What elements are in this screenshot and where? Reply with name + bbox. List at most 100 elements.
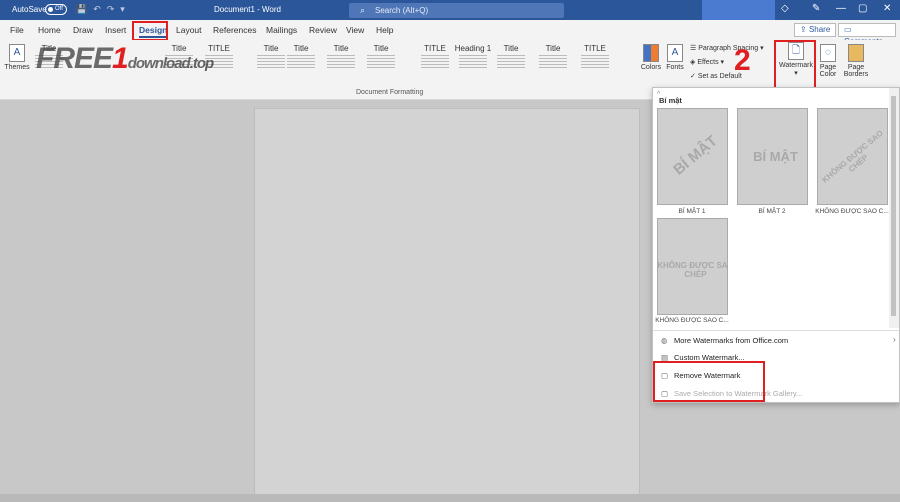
themes-icon: A <box>9 44 25 62</box>
comments-button[interactable]: ▭ Comments <box>838 23 896 46</box>
style-set[interactable]: Title <box>492 44 530 82</box>
style-set[interactable]: Heading 1 <box>454 44 492 82</box>
themes-label: Themes <box>4 64 30 71</box>
quick-access-toolbar[interactable]: 💾↶↷▾ <box>76 4 131 15</box>
fonts-button[interactable]: A Fonts <box>664 44 686 71</box>
logo-text-one: 1 <box>112 42 129 75</box>
ribbon-tabs: File Home Draw Insert Design Layout Refe… <box>0 20 900 46</box>
account-area[interactable] <box>702 0 775 20</box>
style-preview <box>327 55 355 69</box>
search-placeholder: Search (Alt+Q) <box>375 6 429 15</box>
highlight-watermark-button <box>774 40 816 89</box>
group-label-document-formatting: Document Formatting <box>356 89 424 96</box>
search-icon: ⌕ <box>360 5 366 15</box>
style-preview <box>539 55 567 69</box>
title-bar: AutoSave Off 💾↶↷▾ Document1 - Word ⌕ Sea… <box>0 0 900 20</box>
set-default-button[interactable]: ✓ Set as Default <box>690 72 770 80</box>
autosave-toggle[interactable]: Off <box>45 4 67 15</box>
minimize-icon[interactable]: — <box>836 3 846 14</box>
style-set[interactable]: Title <box>534 44 572 82</box>
style-title: Title <box>545 44 561 53</box>
page-borders-icon <box>848 44 864 62</box>
style-title: TITLE <box>584 44 606 53</box>
themes-button[interactable]: A Themes <box>4 44 30 71</box>
watermark-label-3: KHÔNG ĐƯỢC SAO C... <box>815 208 889 215</box>
colors-button[interactable]: Colors <box>640 44 662 71</box>
style-set[interactable]: TITLE <box>576 44 614 82</box>
style-preview <box>497 55 525 69</box>
style-set[interactable]: Title <box>362 44 400 82</box>
document-title: Document1 - Word <box>214 5 281 14</box>
tab-view[interactable]: View <box>346 25 364 35</box>
page-color-icon: ◌ <box>820 44 836 62</box>
fonts-icon: A <box>667 44 683 62</box>
style-preview <box>367 55 395 69</box>
tab-insert[interactable]: Insert <box>105 25 126 35</box>
logo-text-free: FREE <box>36 42 113 75</box>
watermark-preview-text: KHÔNG ĐƯỢC SAO CHÉP <box>657 261 728 279</box>
scrollbar-thumb[interactable] <box>891 96 896 316</box>
more-watermarks-label: More Watermarks from Office.com <box>674 336 789 345</box>
page-color-button[interactable]: ◌ Page Color <box>817 44 839 78</box>
page-borders-label: Page Borders <box>843 64 869 78</box>
style-title: Heading 1 <box>454 44 492 53</box>
step-number-2: 2 <box>734 44 751 77</box>
watermark-label-4: KHÔNG ĐƯỢC SAO C... <box>655 317 729 324</box>
close-icon[interactable]: ✕ <box>883 3 891 14</box>
search-box[interactable]: ⌕ Search (Alt+Q) <box>349 3 564 18</box>
tab-draw[interactable]: Draw <box>73 25 93 35</box>
autosave-label: AutoSave <box>12 5 47 14</box>
logo-text-top: .top <box>189 55 214 72</box>
document-page[interactable] <box>254 108 640 502</box>
section-header-secret: Bí mật <box>659 96 682 105</box>
page-color-label: Page Color <box>819 64 837 78</box>
tab-references[interactable]: References <box>213 25 256 35</box>
paragraph-spacing-button[interactable]: ☰ Paragraph Spacing ▾ <box>690 44 764 52</box>
watermark-menu: ◍ More Watermarks from Office.com › ▤ Cust… <box>653 330 899 398</box>
gallery-scrollbar[interactable] <box>889 88 899 328</box>
fonts-label: Fonts <box>666 64 684 71</box>
share-label: Share <box>808 25 831 34</box>
style-title: Title <box>373 44 389 53</box>
style-preview <box>287 55 315 69</box>
submenu-arrow-icon: › <box>893 335 896 344</box>
style-title: Title <box>503 44 519 53</box>
style-preview <box>459 55 487 69</box>
style-set[interactable]: Title <box>322 44 360 82</box>
colors-icon <box>643 44 659 62</box>
share-button[interactable]: ⇪ Share <box>794 23 837 37</box>
watermark-thumb-1[interactable]: BÍ MẬT <box>657 108 728 205</box>
tab-file[interactable]: File <box>10 25 24 35</box>
effects-label: Effects <box>697 59 719 66</box>
watermark-thumb-4[interactable]: KHÔNG ĐƯỢC SAO CHÉP <box>657 218 728 315</box>
site-logo-watermark: FREE1download.top <box>36 42 214 76</box>
style-set[interactable]: Title <box>282 44 320 82</box>
watermark-preview-text: BÍ MẬT <box>670 132 721 179</box>
highlight-design-tab <box>132 21 168 41</box>
watermark-thumb-2[interactable]: BÍ MẬT <box>737 108 808 205</box>
style-preview <box>421 55 449 69</box>
watermark-dropdown: ^ Bí mật BÍ MẬT BÍ MẬT 1 BÍ MẬT BÍ MẬT 2… <box>652 87 900 403</box>
globe-icon: ◍ <box>661 336 668 345</box>
tab-review[interactable]: Review <box>309 25 337 35</box>
diamond-icon[interactable]: ◇ <box>781 3 789 14</box>
style-preview <box>257 55 285 69</box>
pen-icon[interactable]: ✎ <box>812 3 820 14</box>
watermark-preview-text: BÍ MẬT <box>753 149 798 164</box>
effects-button[interactable]: ◈ Effects ▾ <box>690 58 724 66</box>
highlight-remove-watermark <box>653 361 765 402</box>
watermark-thumb-3[interactable]: KHÔNG ĐƯỢC SAO CHÉP <box>817 108 888 205</box>
tab-mailings[interactable]: Mailings <box>266 25 297 35</box>
tab-layout[interactable]: Layout <box>176 25 202 35</box>
tab-home[interactable]: Home <box>38 25 61 35</box>
style-set[interactable]: TITLE <box>416 44 454 82</box>
style-preview <box>581 55 609 69</box>
tab-help[interactable]: Help <box>376 25 393 35</box>
page-borders-button[interactable]: Page Borders <box>842 44 870 78</box>
style-title: Title <box>293 44 309 53</box>
more-watermarks-item[interactable]: ◍ More Watermarks from Office.com <box>661 336 788 345</box>
maximize-icon[interactable]: ▢ <box>858 3 867 14</box>
status-bar <box>0 494 900 502</box>
colors-label: Colors <box>640 64 662 71</box>
watermark-label-2: BÍ MẬT 2 <box>758 208 786 215</box>
